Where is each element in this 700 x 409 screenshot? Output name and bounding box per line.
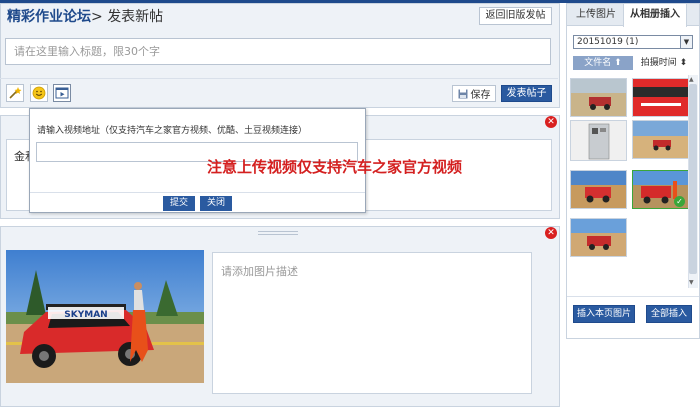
video-icon [55, 87, 69, 99]
album-thumbnail[interactable] [632, 78, 689, 117]
insert-all-images-button[interactable]: 全部插入 [646, 305, 692, 323]
rally-car-photo: SKYMAN [6, 250, 204, 383]
thumbnail-machine-room-1 [571, 121, 626, 160]
insert-page-images-button[interactable]: 插入本页图片 [573, 305, 635, 323]
album-thumbnail[interactable] [570, 218, 627, 257]
sort-by-time-button[interactable]: 拍摄时间 ⬍ [640, 56, 688, 70]
title-input[interactable] [5, 38, 551, 65]
close-icon: ✕ [547, 117, 555, 127]
sort-by-filename-button[interactable]: 文件名 ⬆ [573, 56, 633, 70]
toolbar-divider [0, 78, 558, 79]
save-label: 保存 [470, 90, 491, 101]
video-url-prompt: 请输入视频地址（仅支持汽车之家官方视频、优酷、土豆视频连接） [37, 126, 308, 136]
breadcrumb: 精彩作业论坛> 发表新帖 [7, 6, 163, 26]
magic-wand-icon [9, 87, 22, 99]
sidebar-footer-divider [567, 296, 699, 297]
thumbnail-rally-car-desert-4 [571, 219, 626, 256]
selected-check-icon: ✓ [674, 196, 685, 207]
remove-image-block-button[interactable]: ✕ [545, 227, 557, 239]
thumbnail-red-banner-1 [633, 79, 688, 116]
album-select[interactable]: 20151019 (1) ▼ [573, 35, 693, 49]
album-thumbnail[interactable] [570, 120, 627, 161]
floppy-disk-icon [458, 89, 467, 98]
close-icon: ✕ [547, 228, 555, 238]
scroll-up-icon[interactable]: ▲ [689, 76, 694, 83]
magic-wand-button[interactable] [6, 84, 24, 102]
save-button[interactable]: 保存 [452, 85, 496, 102]
thumbnail-rally-car-desert-3 [571, 171, 626, 208]
album-selected-value: 20151019 (1) [577, 37, 639, 47]
remove-text-block-button[interactable]: ✕ [545, 116, 557, 128]
photo-car-decal: SKYMAN [64, 310, 107, 320]
scrollbar-thumb[interactable] [689, 84, 697, 274]
album-thumbnail[interactable] [632, 120, 689, 159]
tab-upload-photo[interactable]: 上传图片 [567, 4, 625, 26]
video-notice-annotation: 注意上传视频仅支持汽车之家官方视频 [207, 158, 463, 176]
breadcrumb-forum-link[interactable]: 精彩作业论坛 [7, 9, 91, 25]
drag-handle[interactable] [258, 231, 298, 235]
video-close-button[interactable]: 关闭 [200, 196, 232, 211]
dialog-footer-divider [30, 192, 365, 193]
thumbnail-rally-car-desert-1 [571, 79, 626, 116]
chevron-down-icon: ▼ [680, 36, 692, 48]
album-thumbnail[interactable] [570, 78, 627, 117]
post-button[interactable]: 发表帖子 [501, 85, 552, 102]
page-title: 发表新帖 [107, 9, 164, 25]
scroll-down-icon[interactable]: ▼ [689, 279, 694, 286]
video-button[interactable] [53, 84, 71, 102]
old-version-button[interactable]: 返回旧版发帖 [479, 7, 552, 25]
album-thumbnail[interactable] [570, 170, 627, 209]
video-submit-button[interactable]: 提交 [163, 196, 195, 211]
breadcrumb-separator: > [91, 9, 103, 25]
image-caption-input[interactable]: 请添加图片描述 [212, 252, 532, 394]
emoji-button[interactable] [30, 84, 48, 102]
smiley-icon [32, 86, 46, 100]
block-photo: SKYMAN [6, 250, 204, 383]
thumbnail-rally-car-desert-2 [633, 121, 688, 158]
tab-insert-from-album[interactable]: 从相册插入 [623, 3, 687, 27]
